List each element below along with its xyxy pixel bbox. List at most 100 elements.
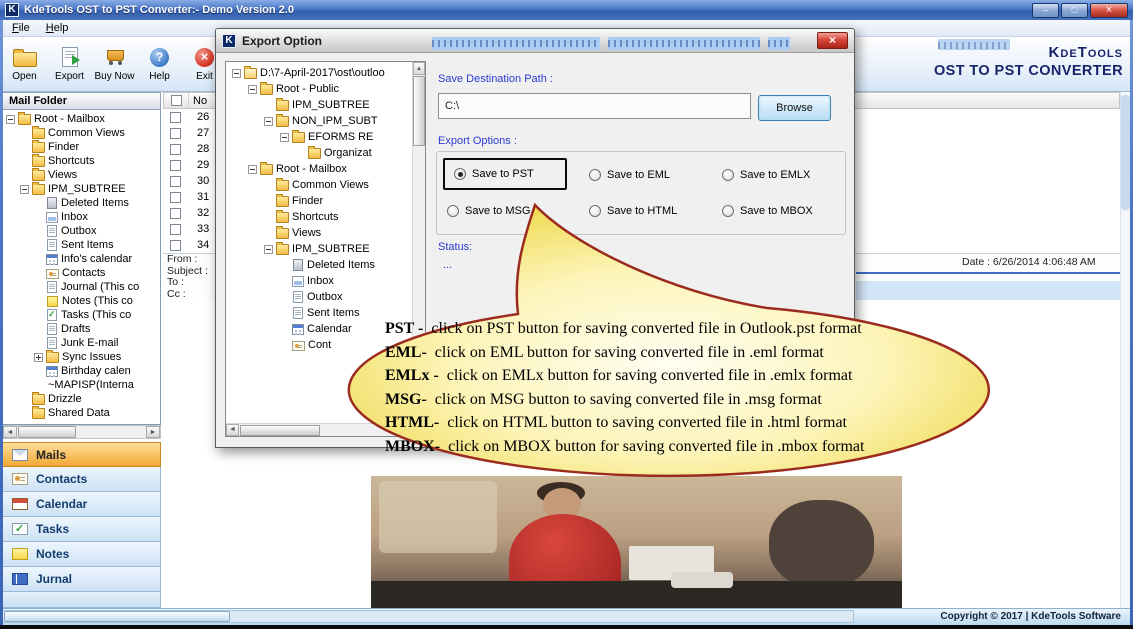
maximize-button[interactable] (1061, 2, 1088, 18)
nav-notes[interactable]: Notes (2, 542, 161, 567)
tree-item[interactable]: Sync Issues (3, 350, 160, 364)
radio-icon[interactable] (589, 169, 601, 181)
tree-item[interactable]: Common Views (228, 177, 412, 193)
open-button[interactable]: Open (2, 37, 47, 91)
folder-icon (46, 350, 59, 363)
tree-item-label: Finder (48, 141, 80, 153)
row-checkbox[interactable] (169, 127, 181, 139)
collapse-icon[interactable] (232, 68, 241, 78)
close-button[interactable] (1090, 2, 1128, 18)
scroll-right-icon[interactable]: ► (146, 426, 160, 438)
tree-item[interactable]: Finder (3, 140, 160, 154)
tree-item[interactable]: Shortcuts (3, 154, 160, 168)
collapse-icon[interactable] (6, 114, 15, 124)
tree-item-label: Shortcuts (292, 211, 339, 223)
folder-icon (276, 210, 289, 223)
tree-item[interactable]: Organizat (228, 145, 412, 161)
help-button[interactable]: Help (137, 37, 182, 91)
nav-jurnal[interactable]: Jurnal (2, 567, 161, 592)
tree-item[interactable]: Info's calendar (3, 252, 160, 266)
tree-item-label: Inbox (307, 275, 334, 287)
row-checkbox[interactable] (169, 143, 181, 155)
callout-line-text: click on MSG button to saving converted … (434, 390, 822, 408)
nav-calendar[interactable]: Calendar (2, 492, 161, 517)
scroll-left-icon[interactable]: ◄ (226, 424, 239, 436)
tree-item[interactable]: Contacts (3, 266, 160, 280)
nav-tasks[interactable]: Tasks (2, 517, 161, 542)
mail-folder-tree[interactable]: Root - Mailbox Common Views Finder Short… (2, 110, 161, 425)
tree-item[interactable]: Common Views (3, 126, 160, 140)
buy-now-button[interactable]: Buy Now (92, 37, 137, 91)
tree-item[interactable]: Shared Data (3, 406, 160, 420)
callout-line-label: MBOX- (385, 437, 441, 455)
tree-item[interactable]: IPM_SUBTREE (3, 182, 160, 196)
tree-item[interactable]: Outbox (3, 224, 160, 238)
dialog-close-button[interactable] (817, 32, 848, 49)
nav-label: Tasks (36, 522, 70, 536)
collapse-icon[interactable] (264, 244, 273, 254)
minimize-button[interactable] (1032, 2, 1059, 18)
radio-icon[interactable] (454, 168, 466, 180)
radio-icon[interactable] (722, 169, 734, 181)
collapse-icon[interactable] (248, 164, 257, 174)
save-to-emlx-option[interactable]: Save to EMLX (722, 169, 810, 181)
tree-item-label: Root - Mailbox (34, 113, 105, 125)
row-checkbox[interactable] (169, 111, 181, 123)
collapse-icon[interactable] (248, 84, 257, 94)
scrollbar-thumb[interactable] (240, 424, 320, 436)
tree-item[interactable]: Drizzle (3, 392, 160, 406)
expand-icon[interactable] (34, 352, 43, 362)
scroll-up-icon[interactable]: ▲ (413, 62, 425, 75)
tree-item-label: ~MAPISP(Interna (48, 379, 134, 391)
row-number: 26 (197, 111, 210, 123)
menu-file[interactable]: File (4, 21, 38, 35)
collapse-icon[interactable] (264, 116, 273, 126)
row-number: 30 (197, 175, 210, 187)
tree-item[interactable]: EFORMS RE (228, 129, 412, 145)
save-to-pst-option[interactable]: Save to PST (443, 158, 567, 190)
row-checkbox[interactable] (169, 223, 181, 235)
tree-item[interactable]: Birthday calen (3, 364, 160, 378)
tree-item[interactable]: ~MAPISP(Interna (3, 378, 160, 392)
nav-mails[interactable]: Mails (2, 442, 161, 467)
tree-item[interactable]: Views (3, 168, 160, 182)
scroll-left-icon[interactable]: ◄ (3, 426, 17, 438)
browse-button[interactable]: Browse (758, 95, 831, 121)
tree-item[interactable]: Root - Public (228, 81, 412, 97)
tree-item[interactable]: Tasks (This co (3, 308, 160, 322)
title-bar[interactable]: K KdeTools OST to PST Converter:- Demo V… (0, 0, 1133, 20)
tree-item[interactable]: Deleted Items (3, 196, 160, 210)
tree-item[interactable]: NON_IPM_SUBT (228, 113, 412, 129)
tree-item[interactable]: Notes (This co (3, 294, 160, 308)
tree-item[interactable]: Journal (This co (3, 280, 160, 294)
export-button[interactable]: Export (47, 37, 92, 91)
row-checkbox[interactable] (169, 159, 181, 171)
tree-item[interactable]: Junk E-mail (3, 336, 160, 350)
menu-help[interactable]: Help (38, 21, 77, 35)
tree-item[interactable]: Root - Mailbox (228, 161, 412, 177)
folder-icon (276, 242, 289, 255)
tree-item[interactable]: IPM_SUBTREE (228, 97, 412, 113)
tree-item[interactable]: D:\7-April-2017\ost\outloo (228, 65, 412, 81)
tree-item[interactable]: Inbox (3, 210, 160, 224)
tree-item[interactable]: Drafts (3, 322, 160, 336)
row-checkbox[interactable] (169, 191, 181, 203)
scrollbar-thumb[interactable] (1121, 95, 1130, 210)
scrollbar-thumb[interactable] (18, 426, 76, 438)
row-checkbox[interactable] (169, 207, 181, 219)
tree-item-label: Sync Issues (62, 351, 122, 363)
save-to-eml-option[interactable]: Save to EML (589, 169, 670, 181)
mail-tree-horizontal-scrollbar[interactable]: ◄ ► (2, 425, 161, 439)
collapse-icon[interactable] (20, 184, 29, 194)
destination-path-input[interactable]: C:\ (438, 93, 751, 119)
select-all-checkbox[interactable] (170, 95, 182, 106)
scrollbar-thumb[interactable] (4, 611, 230, 622)
nav-contacts[interactable]: Contacts (2, 467, 161, 492)
scrollbar-thumb[interactable] (413, 76, 425, 146)
tree-item[interactable]: Sent Items (3, 238, 160, 252)
tree-item[interactable]: Root - Mailbox (3, 112, 160, 126)
row-checkbox[interactable] (169, 175, 181, 187)
tree-item-label: Organizat (324, 147, 372, 159)
row-checkbox[interactable] (169, 239, 181, 251)
collapse-icon[interactable] (280, 132, 289, 142)
